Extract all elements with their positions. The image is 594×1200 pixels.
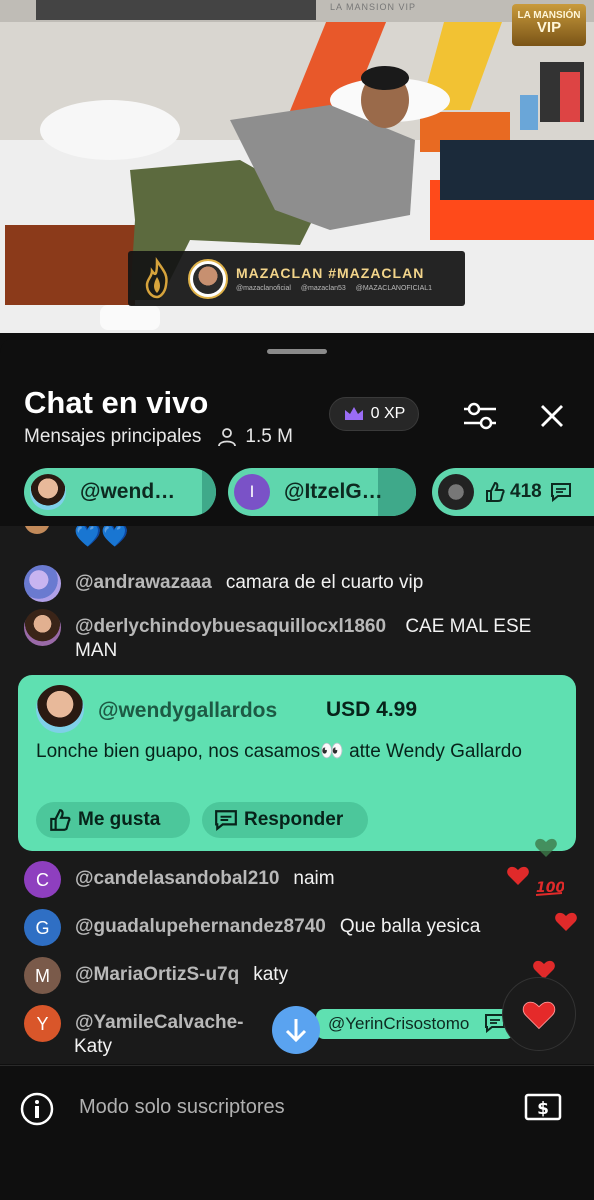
crown-icon (344, 407, 363, 420)
chip-avatar (438, 474, 474, 510)
partial-avatar (24, 526, 50, 534)
message-text: katy (253, 964, 289, 985)
chat-message: M @MariaOrtizS-u7q katy (24, 957, 289, 994)
info-icon[interactable] (20, 1092, 54, 1126)
viewer-count: 1.5 M (245, 426, 293, 447)
chat-message: G @guadalupehernandez8740 Que balla yesi… (24, 909, 481, 946)
xp-button[interactable]: 0 XP (329, 397, 419, 431)
mention-pill[interactable]: @YerinCrisostomo (316, 1009, 514, 1039)
sliders-icon[interactable] (460, 399, 500, 433)
hundred-points-icon: 100 (535, 880, 564, 896)
pinned-chip-third[interactable]: 418 (432, 468, 594, 516)
chat-title: Chat en vivo (24, 385, 209, 420)
comment-icon (550, 483, 571, 502)
message-text: 💙💙 (74, 526, 129, 548)
thumbs-up-icon (486, 481, 505, 502)
scroll-to-bottom-button[interactable] (272, 1006, 320, 1054)
heart-icon (522, 1001, 556, 1030)
message-author[interactable]: @candelasandobal210 (75, 867, 279, 891)
live-video-player[interactable]: LA MANSION VIP LA MANSIÓN VIP MAZACLAN #… (0, 0, 594, 333)
xp-label: 0 XP (370, 405, 406, 422)
channel-watermark-logo: LA MANSIÓN VIP (512, 4, 586, 46)
message-author[interactable]: @derlychindoybuesaquillocxl1860 (75, 616, 386, 637)
react-heart-button[interactable] (502, 977, 576, 1051)
chat-input-bar: Modo solo suscriptores $ (0, 1065, 594, 1200)
pinned-chip-itzel[interactable]: I @ItzelG… (228, 468, 416, 516)
thumbs-up-icon (50, 809, 71, 831)
superchat-amount: USD 4.99 (326, 698, 418, 721)
author-avatar[interactable] (24, 609, 61, 646)
heart-icon (555, 912, 577, 931)
message-author[interactable]: @andrawazaaa (75, 571, 212, 595)
subscribers-only-placeholder: Modo solo suscriptores (79, 1096, 285, 1118)
close-icon[interactable] (537, 401, 567, 431)
wall-text: LA MANSION VIP (330, 2, 417, 12)
reply-button[interactable]: Responder (202, 802, 368, 838)
superchat-avatar[interactable] (36, 685, 84, 733)
like-label: Me gusta (78, 809, 161, 830)
pinned-chips-row: @wend… I @ItzelG… 418 (24, 468, 594, 516)
lower-third-socials: @mazaclanoficial @mazaclan53 @MAZACLANOF… (236, 285, 440, 292)
reply-label: Responder (244, 809, 344, 830)
author-avatar-initial[interactable]: G (24, 909, 61, 946)
arrow-down-icon (285, 1019, 307, 1043)
pinned-chip-wendy[interactable]: @wend… (24, 468, 216, 516)
author-avatar-initial[interactable]: M (24, 957, 61, 994)
social-facebook: @mazaclanoficial (236, 285, 291, 292)
person-icon (218, 428, 237, 447)
social-youtube: @MAZACLANOFICIAL1 (355, 285, 433, 292)
message-author[interactable]: @guadalupehernandez8740 (75, 915, 326, 939)
chat-message: @andrawazaaa camara de el cuarto vip (24, 565, 424, 602)
chat-message: Y @YamileCalvache- s (24, 1005, 534, 1042)
message-text: Que balla yesica (339, 916, 481, 937)
message-text: Katy (74, 1036, 113, 1057)
author-avatar-initial[interactable]: Y (24, 1005, 61, 1042)
chat-message: C @candelasandobal210 naim (24, 861, 335, 898)
superchat-card: @wendygallardos USD 4.99 Lonche bien gua… (18, 675, 576, 851)
lower-third-title: MAZACLAN #MAZACLAN (236, 265, 425, 281)
green-heart-icon (535, 838, 557, 857)
mention-name: @YerinCrisostomo (328, 1014, 470, 1033)
heart-icon (507, 866, 529, 885)
chat-mode-label[interactable]: Mensajes principales (24, 426, 201, 448)
chat-message-list[interactable]: 💙💙 @andrawazaaa camara de el cuarto vip … (0, 526, 594, 1064)
like-button[interactable]: Me gusta (36, 802, 190, 838)
watermark-bottom: VIP (536, 19, 562, 36)
chat-message: 💙💙 (74, 526, 129, 548)
host-avatar (188, 258, 228, 299)
message-author[interactable]: @MariaOrtizS-u7q (75, 963, 239, 987)
svg-text:$: $ (537, 1099, 549, 1119)
social-tiktok: @mazaclan53 (300, 285, 346, 292)
flame-logo-icon (145, 256, 168, 298)
super-chat-money-icon[interactable]: $ (524, 1092, 562, 1122)
chip-avatar (30, 474, 66, 510)
chat-message-wrap: Katy (74, 1035, 112, 1059)
message-text: camara de el cuarto vip (225, 572, 424, 593)
chip-likes: 418 (510, 481, 542, 502)
author-avatar-initial[interactable]: C (24, 861, 61, 898)
lower-third-banner: MAZACLAN #MAZACLAN @mazaclanoficial @maz… (128, 251, 465, 306)
superchat-author[interactable]: @wendygallardos (98, 699, 277, 723)
message-text: naim (293, 868, 335, 889)
chat-subtitle-row[interactable]: Mensajes principales 1.5 M (24, 426, 293, 448)
sheet-drag-handle[interactable] (267, 349, 327, 354)
chat-message: @derlychindoybuesaquillocxl1860 CAE MAL … (24, 609, 574, 663)
message-author[interactable]: @YamileCalvache- (75, 1011, 244, 1035)
chip-name: @ItzelG… (284, 480, 383, 503)
superchat-message: Lonche bien guapo, nos casamos👀 atte Wen… (36, 741, 522, 762)
author-avatar[interactable] (24, 565, 61, 602)
comment-icon (215, 810, 237, 831)
chip-avatar-initial: I (234, 474, 270, 510)
chip-name: @wend… (80, 480, 176, 503)
